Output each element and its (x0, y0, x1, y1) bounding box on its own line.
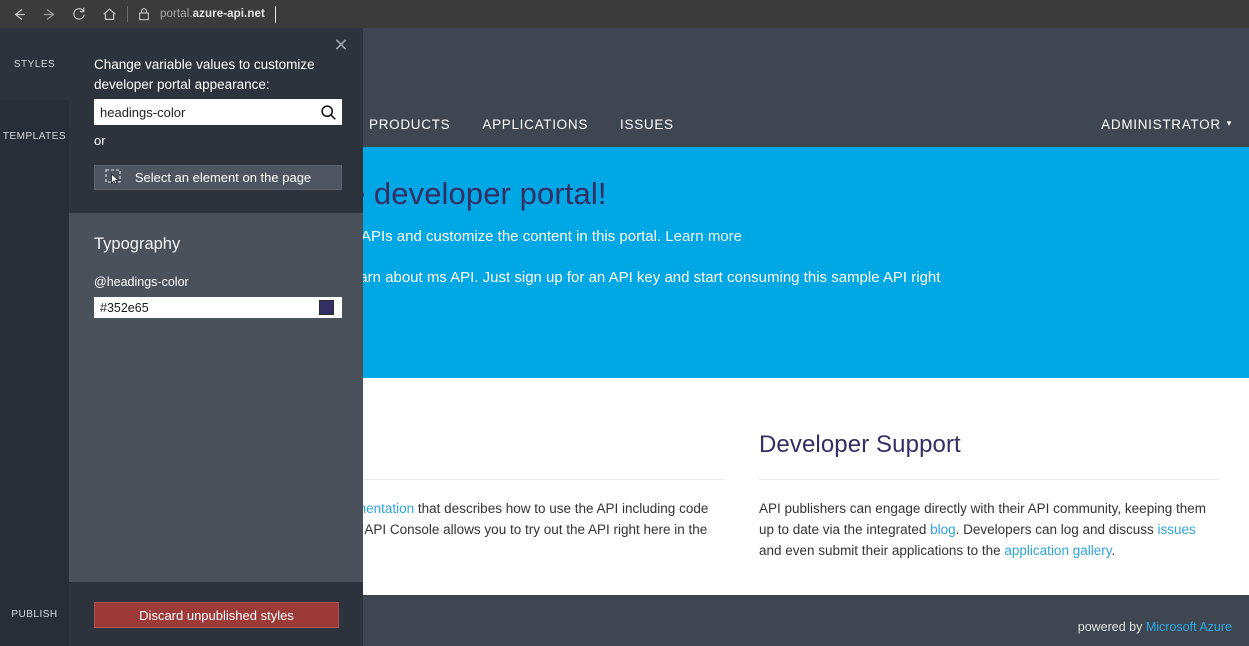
variable-search-row (94, 99, 342, 125)
back-button[interactable] (4, 1, 34, 27)
color-swatch[interactable] (319, 300, 334, 315)
forward-button[interactable] (34, 1, 64, 27)
rail-item-label: PUBLISH (11, 609, 57, 620)
variable-name-label: @headings-color (94, 275, 189, 289)
browser-chrome: portal.azure-api.net (0, 0, 1249, 28)
content-column-support: Developer Support API publishers can eng… (759, 378, 1219, 562)
nav-link-applications[interactable]: APPLICATIONS (482, 117, 588, 132)
select-element-button[interactable]: Select an element on the page (94, 165, 342, 190)
panel-instructions: Change variable values to customize deve… (94, 55, 346, 94)
search-icon[interactable] (314, 99, 342, 125)
select-element-cursor-icon (95, 166, 133, 189)
column-body: API publishers can engage directly with … (759, 499, 1219, 562)
home-button[interactable] (94, 1, 124, 27)
rail-item-label: TEMPLATES (3, 131, 66, 142)
admin-rail: STYLES TEMPLATES PUBLISH (0, 28, 69, 646)
address-bar[interactable]: portal.azure-api.net (160, 8, 265, 20)
learn-more-link[interactable]: Learn more (665, 228, 742, 245)
account-menu[interactable]: ADMINISTRATOR ▾ (1101, 117, 1232, 132)
styles-panel-header: ✕ Change variable values to customize de… (69, 28, 363, 213)
application-gallery-link[interactable]: application gallery (1004, 543, 1111, 558)
powered-by-label: powered by (1078, 620, 1146, 634)
color-value-row (94, 297, 342, 318)
discard-button-label: Discard unpublished styles (139, 608, 294, 623)
text-cursor (275, 6, 276, 23)
account-label: ADMINISTRATOR (1101, 117, 1221, 132)
rail-item-publish[interactable]: PUBLISH (0, 582, 69, 646)
nav-link-issues[interactable]: ISSUES (620, 117, 674, 132)
microsoft-azure-link[interactable]: Microsoft Azure (1146, 620, 1232, 634)
heading-divider (759, 479, 1219, 480)
column-heading: Developer Support (759, 378, 1219, 459)
body-text: . Developers can log and discuss (956, 522, 1158, 537)
rail-item-templates[interactable]: TEMPLATES (0, 100, 69, 172)
discard-unpublished-styles-button[interactable]: Discard unpublished styles (94, 602, 339, 628)
search-input[interactable] (94, 100, 314, 124)
styles-panel-footer: Discard unpublished styles (69, 582, 363, 646)
issues-link[interactable]: issues (1158, 522, 1196, 537)
styles-panel: ✕ Change variable values to customize de… (69, 28, 363, 646)
url-prefix: portal. (160, 8, 193, 20)
rail-item-label: STYLES (14, 59, 55, 70)
chrome-divider (127, 6, 128, 22)
body-text: and even submit their applications to th… (759, 543, 1004, 558)
rail-item-styles[interactable]: STYLES (0, 28, 69, 100)
close-icon[interactable]: ✕ (330, 34, 352, 56)
color-value-input[interactable] (94, 298, 319, 317)
portal-nav-links: PRODUCTS APPLICATIONS ISSUES (369, 117, 706, 132)
chevron-down-icon: ▾ (1227, 118, 1232, 129)
select-element-label: Select an element on the page (133, 170, 341, 185)
blog-link[interactable]: blog (930, 522, 956, 537)
or-label: or (94, 133, 106, 148)
body-text: . (1111, 543, 1115, 558)
nav-link-products[interactable]: PRODUCTS (369, 117, 450, 132)
styles-panel-body: Typography @headings-color (69, 213, 363, 582)
lock-icon (135, 7, 153, 21)
url-domain: azure-api.net (193, 8, 265, 20)
powered-by: powered by Microsoft Azure (1078, 620, 1232, 634)
section-title-typography: Typography (94, 235, 180, 254)
refresh-button[interactable] (64, 1, 94, 27)
